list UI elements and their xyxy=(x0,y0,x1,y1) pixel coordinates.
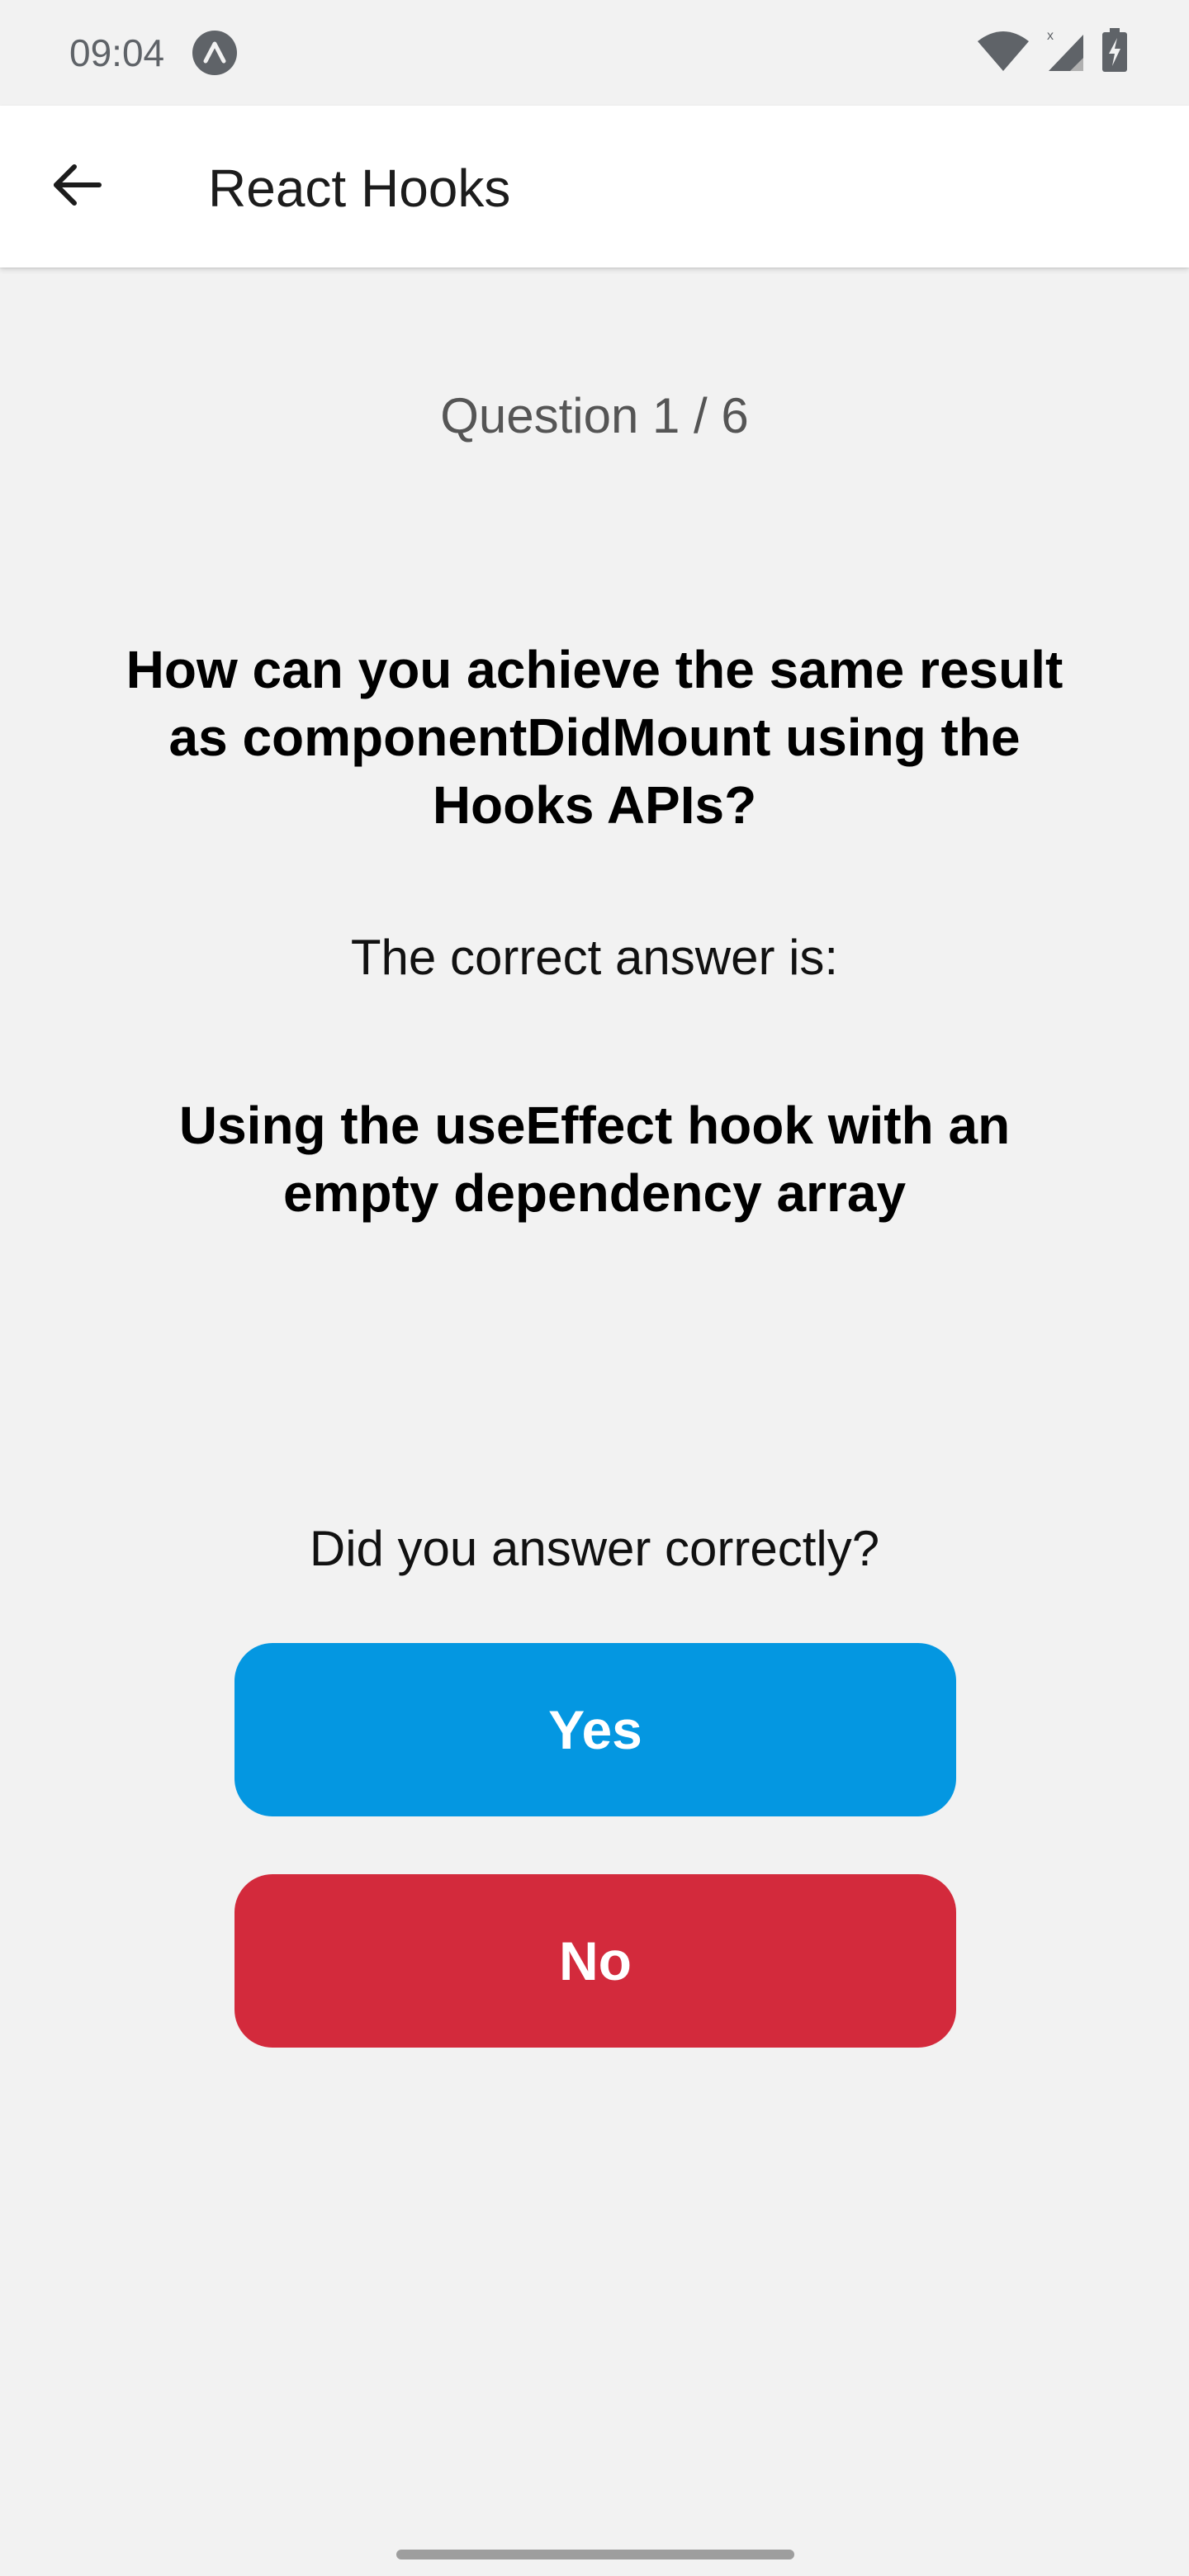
back-button[interactable] xyxy=(36,147,116,226)
navigation-bar xyxy=(0,2526,1189,2576)
no-button[interactable]: No xyxy=(234,1874,956,2048)
page-title: React Hooks xyxy=(208,159,511,218)
app-bar: React Hooks xyxy=(0,106,1189,268)
status-icons: x xyxy=(976,28,1128,77)
question-counter: Question 1 / 6 xyxy=(440,388,749,443)
question-text: How can you achieve the same result as c… xyxy=(126,640,1063,835)
correct-answer-label: The correct answer is: xyxy=(350,930,839,985)
answer-check-prompt: Did you answer correctly? xyxy=(309,1521,880,1576)
yes-button[interactable]: Yes xyxy=(234,1643,956,1816)
cellular-signal-icon: x xyxy=(1045,28,1087,77)
wifi-icon xyxy=(976,28,1030,77)
battery-charging-icon xyxy=(1101,28,1128,77)
app-notification-icon xyxy=(192,30,238,76)
svg-text:x: x xyxy=(1047,29,1054,43)
status-bar: 09:04 x xyxy=(0,0,1189,106)
status-time: 09:04 xyxy=(69,31,165,74)
correct-answer-text: Using the useEffect hook with an empty d… xyxy=(178,1096,1011,1223)
home-indicator[interactable] xyxy=(396,2550,794,2559)
arrow-back-icon xyxy=(50,159,102,215)
